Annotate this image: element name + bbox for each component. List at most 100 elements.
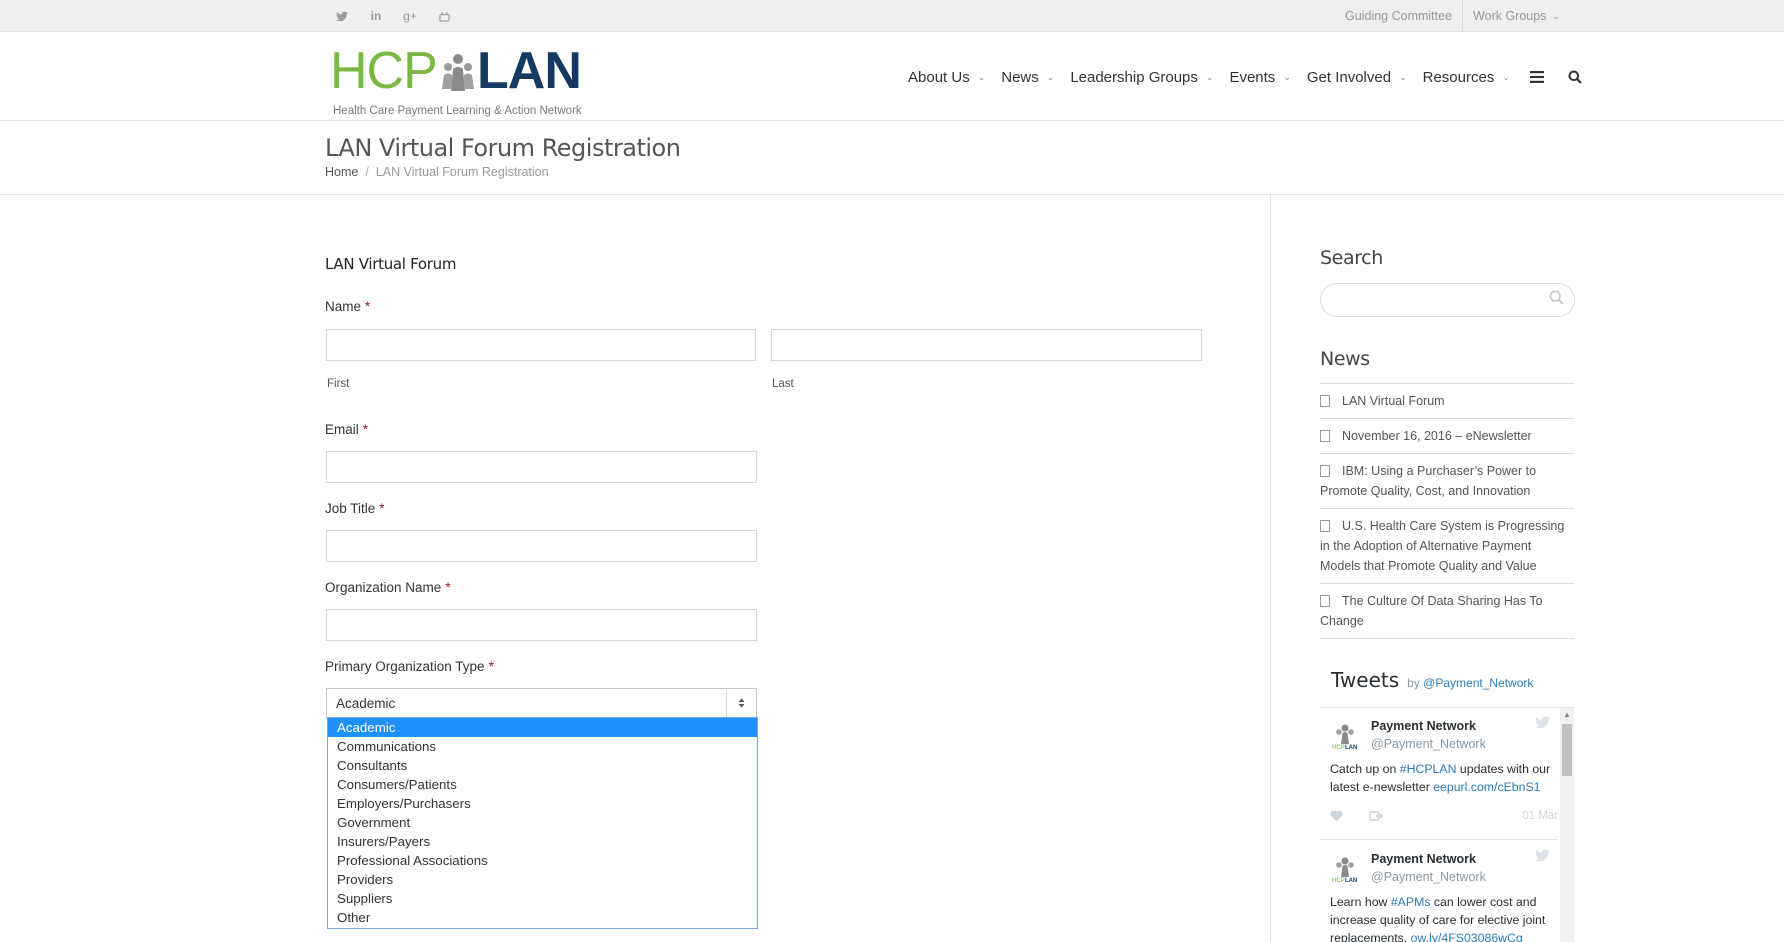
nav-events[interactable]: Events ⌄ bbox=[1221, 69, 1298, 86]
tweet-url-link[interactable]: eepurl.com/cEbnS1 bbox=[1433, 780, 1540, 794]
tweet-text: Learn how #APMs can lower cost and incre… bbox=[1330, 893, 1555, 942]
news-item[interactable]: The Culture Of Data Sharing Has To Chang… bbox=[1320, 584, 1574, 639]
nav-leadership-groups[interactable]: Leadership Groups ⌄ bbox=[1062, 69, 1221, 86]
scrollbar-thumb[interactable] bbox=[1562, 724, 1572, 776]
avatar[interactable]: HCP LAN bbox=[1330, 720, 1360, 750]
dropdown-option[interactable]: Consultants bbox=[328, 756, 757, 775]
job-title-input[interactable] bbox=[326, 530, 757, 562]
sidebar-search-input[interactable] bbox=[1320, 283, 1575, 317]
tweet-date[interactable]: 01 Mar bbox=[1522, 810, 1558, 825]
dropdown-option[interactable]: Employers/Purchasers bbox=[328, 794, 757, 813]
nav-about-us[interactable]: About Us ⌄ bbox=[900, 69, 993, 86]
chevron-down-icon: ⌄ bbox=[1399, 71, 1407, 82]
tweet-author-handle[interactable]: @Payment_Network bbox=[1371, 737, 1486, 751]
dropdown-option[interactable]: Government bbox=[328, 813, 757, 832]
tweet: HCP LAN Payment Network @Payment_Network … bbox=[1320, 841, 1558, 942]
dropdown-option[interactable]: Professional Associations bbox=[328, 851, 757, 870]
dropdown-option[interactable]: Academic bbox=[328, 718, 757, 737]
tweet-author-name[interactable]: Payment Network bbox=[1371, 719, 1476, 733]
document-icon bbox=[1320, 465, 1330, 477]
organization-type-label: Primary Organization Type * bbox=[325, 659, 494, 674]
tweets-by: by @Payment_Network bbox=[1407, 676, 1534, 690]
required-mark: * bbox=[362, 422, 369, 437]
job-title-label: Job Title * bbox=[325, 501, 385, 516]
top-links: Guiding Committee Work Groups ⌄ bbox=[1335, 0, 1570, 32]
nav-resources[interactable]: Resources ⌄ bbox=[1415, 69, 1518, 86]
news-item[interactable]: November 16, 2016 – eNewsletter bbox=[1320, 419, 1574, 454]
news-item[interactable]: IBM: Using a Purchaser’s Power to Promot… bbox=[1320, 454, 1574, 509]
news-item[interactable]: LAN Virtual Forum bbox=[1320, 384, 1574, 419]
search-icon[interactable] bbox=[1556, 70, 1594, 84]
social-links: in g+ bbox=[325, 0, 461, 32]
tweet-scrollbar[interactable]: ▲ bbox=[1560, 708, 1574, 942]
twitter-icon[interactable] bbox=[325, 0, 359, 32]
sidebar-divider bbox=[1270, 195, 1271, 942]
breadcrumb-home[interactable]: Home bbox=[325, 165, 358, 179]
hashtag-link[interactable]: #HCPLAN bbox=[1400, 762, 1457, 776]
tweet-text: Catch up on #HCPLAN updates with our lat… bbox=[1330, 762, 1551, 794]
breadcrumb-separator: / bbox=[365, 165, 369, 179]
avatar[interactable]: HCP LAN bbox=[1330, 853, 1360, 883]
organization-type-dropdown: Academic Communications Consultants Cons… bbox=[327, 717, 758, 929]
tweet-author-handle[interactable]: @Payment_Network bbox=[1371, 870, 1486, 884]
nav-news[interactable]: News ⌄ bbox=[993, 69, 1062, 86]
linkedin-icon[interactable]: in bbox=[359, 0, 393, 32]
twitter-bird-icon bbox=[1535, 716, 1550, 732]
email-input[interactable] bbox=[326, 451, 757, 483]
svg-text:HCP: HCP bbox=[1332, 878, 1345, 883]
tweet-timeline[interactable]: HCP LAN Payment Network @Payment_Network … bbox=[1320, 707, 1574, 942]
menu-icon[interactable] bbox=[1518, 71, 1556, 83]
chevron-down-icon: ⌄ bbox=[1502, 71, 1510, 82]
document-icon bbox=[1320, 395, 1330, 407]
required-mark: * bbox=[488, 659, 494, 674]
first-name-input[interactable] bbox=[326, 329, 756, 361]
news-item[interactable]: U.S. Health Care System is Progressing i… bbox=[1320, 509, 1574, 584]
organization-name-input[interactable] bbox=[326, 609, 757, 641]
youtube-icon[interactable] bbox=[427, 0, 461, 32]
chevron-down-icon: ⌄ bbox=[977, 71, 986, 82]
work-groups-link[interactable]: Work Groups ⌄ bbox=[1462, 0, 1570, 32]
sidebar-search-heading: Search bbox=[1320, 247, 1383, 269]
email-label: Email * bbox=[325, 422, 369, 437]
dropdown-option[interactable]: Suppliers bbox=[328, 889, 757, 908]
guiding-committee-link[interactable]: Guiding Committee bbox=[1335, 0, 1462, 32]
organization-name-label: Organization Name * bbox=[325, 580, 451, 595]
required-mark: * bbox=[445, 580, 451, 595]
site-header: HCP LAN Health Care Payment Learning & A… bbox=[0, 33, 1784, 121]
tweet-actions: 01 Mar bbox=[1330, 810, 1558, 825]
page-title-band: LAN Virtual Forum Registration Home / LA… bbox=[0, 122, 1784, 195]
dropdown-option[interactable]: Consumers/Patients bbox=[328, 775, 757, 794]
tweet: HCP LAN Payment Network @Payment_Network … bbox=[1320, 708, 1558, 840]
top-bar: in g+ Guiding Committee Work Groups ⌄ bbox=[0, 0, 1784, 32]
logo-lan-text: LAN bbox=[477, 42, 582, 100]
logo[interactable]: HCP LAN Health Care Payment Learning & A… bbox=[330, 42, 590, 117]
dropdown-option[interactable]: Insurers/Payers bbox=[328, 832, 757, 851]
tweet-url-link[interactable]: ow.ly/4FS03086wCg bbox=[1411, 931, 1523, 942]
name-label: Name * bbox=[325, 299, 371, 314]
main-nav: About Us ⌄ News ⌄ Leadership Groups ⌄ Event… bbox=[900, 33, 1594, 121]
share-icon[interactable] bbox=[1369, 810, 1384, 825]
logo-tagline: Health Care Payment Learning & Action Ne… bbox=[333, 105, 582, 117]
google-plus-icon[interactable]: g+ bbox=[393, 0, 427, 32]
required-mark: * bbox=[379, 501, 385, 516]
hashtag-link[interactable]: #APMs bbox=[1391, 895, 1431, 909]
tweet-author-name[interactable]: Payment Network bbox=[1371, 852, 1476, 866]
chevron-down-icon: ⌄ bbox=[1283, 71, 1291, 82]
breadcrumb-current: LAN Virtual Forum Registration bbox=[375, 165, 549, 179]
search-icon[interactable] bbox=[1549, 290, 1564, 309]
nav-get-involved[interactable]: Get Involved ⌄ bbox=[1299, 69, 1415, 86]
news-list: LAN Virtual Forum November 16, 2016 – eN… bbox=[1320, 383, 1574, 639]
organization-type-select[interactable]: Academic bbox=[326, 688, 757, 718]
document-icon bbox=[1320, 430, 1330, 442]
breadcrumb: Home / LAN Virtual Forum Registration bbox=[325, 165, 549, 179]
dropdown-option[interactable]: Communications bbox=[328, 737, 757, 756]
svg-text:LAN: LAN bbox=[1345, 878, 1357, 883]
dropdown-option[interactable]: Providers bbox=[328, 870, 757, 889]
tweets-account-link[interactable]: @Payment_Network bbox=[1423, 676, 1533, 690]
scroll-up-icon[interactable]: ▲ bbox=[1563, 710, 1571, 719]
heart-icon[interactable] bbox=[1330, 810, 1343, 825]
sidebar-news-heading: News bbox=[1320, 348, 1370, 370]
dropdown-option[interactable]: Other bbox=[328, 908, 757, 927]
last-name-input[interactable] bbox=[771, 329, 1202, 361]
page-title: LAN Virtual Forum Registration bbox=[325, 134, 681, 162]
